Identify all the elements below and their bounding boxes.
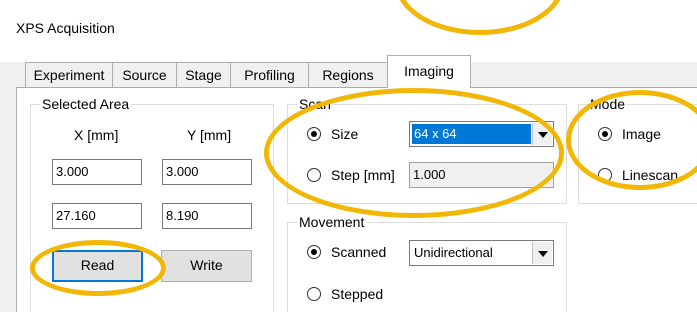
direction-select-value: Unidirectional	[414, 245, 493, 260]
size-radio[interactable]: Size	[307, 125, 358, 143]
tab-label: Source	[122, 67, 167, 83]
step-radio[interactable]: Step [mm]	[307, 166, 395, 184]
radio-selected-icon	[598, 127, 612, 141]
y-end-field[interactable]: 8.190	[162, 203, 252, 229]
size-select-value: 64 x 64	[412, 124, 531, 144]
radio-unselected-icon	[307, 287, 321, 301]
mode-group-label: Mode	[588, 96, 628, 112]
scanned-radio-label: Scanned	[331, 244, 387, 260]
direction-select[interactable]: Unidirectional	[409, 240, 554, 266]
linescan-radio[interactable]: Linescan	[598, 166, 678, 184]
chevron-down-icon[interactable]	[532, 123, 552, 145]
image-radio-label: Image	[622, 126, 661, 142]
tab-profiling[interactable]: Profiling	[230, 62, 309, 87]
linescan-radio-label: Linescan	[622, 167, 679, 183]
tab-label: Imaging	[404, 63, 454, 79]
scan-group-label: Scan	[297, 96, 333, 112]
x-column-header: X [mm]	[74, 127, 119, 143]
title-bar: XPS Acquisition	[0, 0, 697, 62]
tab-imaging[interactable]: Imaging	[387, 55, 471, 88]
window-title: XPS Acquisition	[16, 20, 115, 36]
tab-source[interactable]: Source	[112, 62, 177, 87]
tab-regions[interactable]: Regions	[308, 62, 388, 87]
read-button[interactable]: Read	[52, 250, 143, 282]
mode-group	[578, 104, 697, 204]
y-start-field[interactable]: 3.000	[162, 159, 252, 185]
tab-experiment[interactable]: Experiment	[25, 62, 113, 87]
radio-selected-icon	[307, 127, 321, 141]
image-radio[interactable]: Image	[598, 125, 661, 143]
x-end-field[interactable]: 27.160	[52, 203, 142, 229]
radio-selected-icon	[307, 245, 321, 259]
size-radio-label: Size	[331, 126, 359, 142]
write-button[interactable]: Write	[161, 250, 252, 282]
stepped-radio[interactable]: Stepped	[307, 285, 383, 303]
radio-unselected-icon	[307, 168, 321, 182]
x-start-field[interactable]: 3.000	[52, 159, 142, 185]
size-select[interactable]: 64 x 64	[409, 121, 554, 147]
stepped-radio-label: Stepped	[331, 286, 384, 302]
movement-group-label: Movement	[297, 214, 367, 230]
tab-label: Stage	[185, 67, 222, 83]
tab-label: Regions	[322, 67, 374, 83]
tab-label: Experiment	[33, 67, 105, 83]
tab-stage[interactable]: Stage	[176, 62, 231, 87]
radio-unselected-icon	[598, 168, 612, 182]
step-field[interactable]: 1.000	[409, 162, 554, 188]
chevron-down-icon[interactable]	[532, 242, 552, 264]
selected-area-label: Selected Area	[40, 96, 132, 112]
step-radio-label: Step [mm]	[331, 167, 395, 183]
scan-group	[287, 104, 567, 204]
y-column-header: Y [mm]	[187, 127, 232, 143]
tab-label: Profiling	[244, 67, 295, 83]
scanned-radio[interactable]: Scanned	[307, 243, 386, 261]
